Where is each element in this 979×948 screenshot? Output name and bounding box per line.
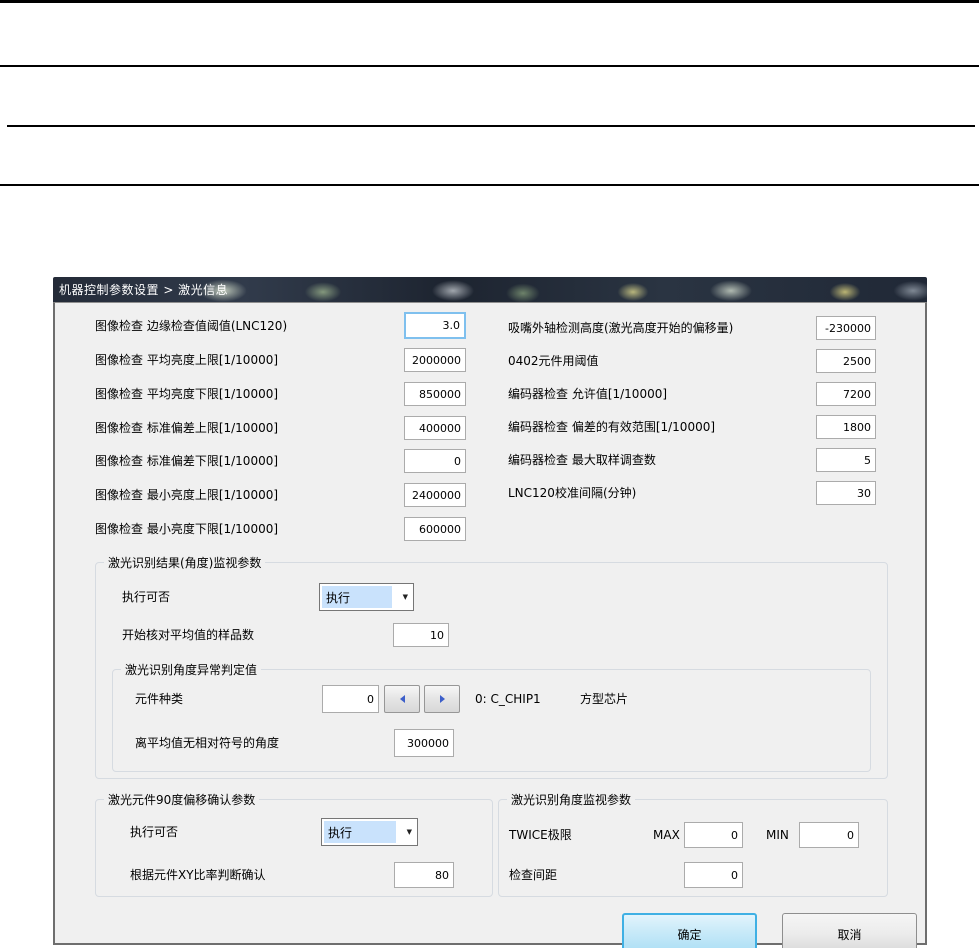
field-input[interactable]	[816, 448, 876, 472]
field-label: 0402元件用阈值	[508, 354, 599, 368]
field-input[interactable]	[404, 416, 466, 440]
chevron-down-icon: ▼	[406, 828, 412, 836]
part-type-desc2: 方型芯片	[580, 692, 629, 706]
field-input[interactable]	[816, 382, 876, 406]
sample-count-input[interactable]	[393, 623, 449, 647]
field-label: LNC120校准间隔(分钟)	[508, 486, 637, 500]
group-title: 激光元件90度偏移确认参数	[104, 791, 260, 808]
chevron-down-icon: ▼	[402, 593, 408, 601]
document-page: 机器控制参数设置 > 激光信息 图像检查 边缘检查值阈值(LNC120) 图像检…	[0, 0, 979, 948]
field-label: 图像检查 边缘检查值阈值(LNC120)	[95, 319, 288, 333]
max-label: MAX	[653, 828, 680, 842]
field-input[interactable]	[404, 517, 466, 541]
exec-label: 执行可否	[122, 590, 171, 604]
exec-label: 执行可否	[130, 825, 179, 839]
check-pitch-label: 检查间距	[509, 868, 558, 882]
field-label: 图像检查 平均亮度上限[1/10000]	[95, 353, 279, 367]
field-label: 编码器检查 最大取样调查数	[508, 453, 656, 467]
field-input[interactable]	[404, 483, 466, 507]
dialog-window: 机器控制参数设置 > 激光信息 图像检查 边缘检查值阈值(LNC120) 图像检…	[53, 277, 927, 948]
part-type-next-button[interactable]	[424, 685, 460, 713]
field-input[interactable]	[816, 349, 876, 373]
group-offset90: 激光元件90度偏移确认参数 执行可否 执行 ▼ 根据元件XY比率判断确认	[95, 791, 493, 897]
angle-label: 离平均值无相对符号的角度	[135, 736, 280, 750]
check-pitch-input[interactable]	[684, 862, 743, 888]
twice-limit-label: TWICE极限	[509, 828, 572, 842]
dialog-body: 图像检查 边缘检查值阈值(LNC120) 图像检查 平均亮度上限[1/10000…	[53, 302, 927, 948]
field-label: 图像检查 最小亮度上限[1/10000]	[95, 488, 279, 502]
min-label: MIN	[766, 828, 789, 842]
part-type-label: 元件种类	[135, 692, 184, 706]
exec-dropdown[interactable]: 执行 ▼	[321, 818, 418, 846]
field-input[interactable]	[404, 312, 466, 339]
angle-input[interactable]	[394, 729, 454, 757]
group-title: 激光识别角度异常判定值	[121, 661, 262, 678]
field-input[interactable]	[404, 382, 466, 406]
divider	[0, 184, 979, 186]
sample-count-label: 开始核对平均值的样品数	[122, 628, 255, 642]
part-type-input[interactable]	[322, 685, 379, 713]
exec-dropdown-value: 执行	[322, 586, 392, 608]
part-type-desc: 0: C_CHIP1	[475, 692, 541, 706]
group-laser-result: 激光识别结果(角度)监视参数 执行可否 执行 ▼ 开始核对平均值的样品数 激光识…	[95, 554, 888, 779]
ok-button[interactable]: 确定	[622, 913, 757, 948]
divider	[0, 0, 979, 3]
group-angle-judge: 激光识别角度异常判定值 元件种类 0: C_CHIP1 方型芯片 离平均值无相对…	[112, 661, 871, 772]
group-title: 激光识别角度监视参数	[507, 791, 636, 808]
ratio-input[interactable]	[394, 862, 454, 888]
group-title: 激光识别结果(角度)监视参数	[104, 554, 266, 571]
field-label: 图像检查 标准偏差下限[1/10000]	[95, 454, 279, 468]
field-input[interactable]	[404, 348, 466, 372]
arrow-right-icon	[439, 695, 445, 703]
field-label: 图像检查 最小亮度下限[1/10000]	[95, 522, 279, 536]
field-label: 吸嘴外轴检测高度(激光高度开始的偏移量)	[508, 321, 734, 335]
field-label: 编码器检查 偏差的有效范围[1/10000]	[508, 420, 716, 434]
divider	[0, 65, 979, 67]
field-label: 编码器检查 允许值[1/10000]	[508, 387, 668, 401]
divider	[7, 125, 975, 127]
dialog-title: 机器控制参数设置 > 激光信息	[59, 283, 229, 297]
field-input[interactable]	[816, 481, 876, 505]
field-input[interactable]	[816, 316, 876, 340]
ratio-label: 根据元件XY比率判断确认	[130, 868, 266, 882]
min-input[interactable]	[799, 822, 859, 848]
field-label: 图像检查 平均亮度下限[1/10000]	[95, 387, 279, 401]
max-input[interactable]	[684, 822, 743, 848]
field-input[interactable]	[816, 415, 876, 439]
dialog-titlebar: 机器控制参数设置 > 激光信息	[53, 277, 927, 302]
exec-dropdown-value: 执行	[324, 821, 396, 843]
arrow-left-icon	[399, 695, 405, 703]
part-type-prev-button[interactable]	[384, 685, 420, 713]
exec-dropdown[interactable]: 执行 ▼	[319, 583, 414, 611]
field-label: 图像检查 标准偏差上限[1/10000]	[95, 421, 279, 435]
field-input[interactable]	[404, 449, 466, 473]
cancel-button[interactable]: 取消	[782, 913, 917, 948]
group-angle-monitor: 激光识别角度监视参数 TWICE极限 MAX MIN 检查间距	[498, 791, 888, 897]
